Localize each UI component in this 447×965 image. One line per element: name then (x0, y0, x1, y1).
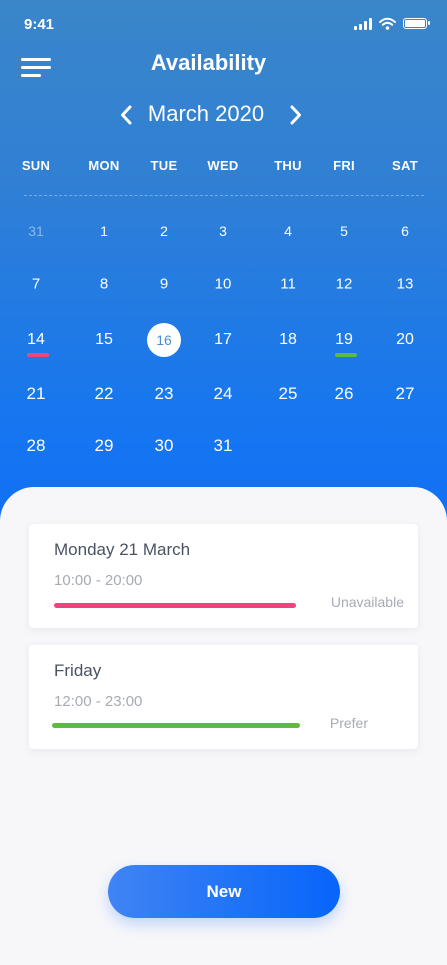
calendar-day[interactable]: 30 (155, 436, 174, 456)
calendar-day[interactable]: 18 (279, 331, 297, 349)
weekday-thu: THU (274, 158, 302, 173)
card-time: 12:00 - 23:00 (54, 693, 143, 710)
wifi-icon (379, 17, 396, 30)
weekday-fri: FRI (333, 158, 355, 173)
weekday-tue: TUE (150, 158, 178, 173)
day-marker (27, 353, 49, 357)
battery-icon (403, 18, 430, 29)
calendar-day[interactable]: 1 (100, 223, 108, 239)
day-marker (335, 353, 357, 357)
calendar-day[interactable]: 31 (214, 436, 233, 456)
calendar-divider (24, 195, 424, 196)
calendar-day[interactable]: 21 (27, 384, 46, 404)
calendar-day[interactable]: 27 (396, 384, 415, 404)
calendar-day[interactable]: 5 (340, 223, 348, 239)
calendar-day[interactable]: 10 (215, 276, 232, 293)
calendar-day[interactable]: 26 (335, 384, 354, 404)
card-title: Monday 21 March (54, 540, 191, 559)
calendar-day[interactable]: 19 (335, 331, 353, 349)
calendar-day[interactable]: 2 (160, 223, 168, 239)
weekday-sun: SUN (21, 158, 51, 173)
prefer-bar (52, 723, 300, 728)
status-bar: 9:41 (0, 0, 447, 50)
calendar-day[interactable]: 11 (280, 276, 296, 293)
selected-day[interactable]: 16 (147, 323, 181, 357)
new-button[interactable]: New (108, 865, 340, 918)
card-time: 10:00 - 20:00 (54, 572, 143, 589)
calendar-day[interactable]: 25 (279, 384, 298, 404)
header-panel: 9:41 Availability March 2020 SUN MON TUE… (0, 0, 447, 540)
calendar-day[interactable]: 8 (100, 276, 108, 293)
weekday-mon: MON (88, 158, 120, 173)
calendar-day[interactable]: 20 (396, 331, 414, 349)
calendar-day[interactable]: 22 (95, 384, 114, 404)
calendar-day[interactable]: 12 (336, 276, 353, 293)
calendar-day[interactable]: 28 (27, 436, 46, 456)
calendar-day[interactable]: 13 (397, 276, 414, 293)
chevron-right-icon[interactable] (284, 102, 308, 128)
calendar-day[interactable]: 4 (284, 223, 292, 239)
card-status: Prefer (329, 715, 368, 731)
calendar-day[interactable]: 23 (155, 384, 174, 404)
calendar-day[interactable]: 24 (214, 384, 233, 404)
status-icons (354, 17, 430, 30)
calendar-day[interactable]: 29 (95, 436, 114, 456)
calendar-day[interactable]: 14 (27, 331, 45, 349)
month-navigator: March 2020 (0, 100, 447, 130)
calendar-day[interactable]: 6 (401, 223, 409, 239)
month-label: March 2020 (147, 101, 265, 126)
calendar-day[interactable]: 17 (214, 331, 232, 349)
availability-card-friday[interactable]: Friday 12:00 - 23:00 Prefer (29, 645, 418, 749)
availability-screen: 9:41 Availability March 2020 SUN MON TUE… (0, 0, 447, 965)
calendar-day[interactable]: 7 (32, 276, 40, 293)
unavailable-bar (54, 603, 296, 608)
status-time: 9:41 (24, 16, 55, 33)
availability-card-monday[interactable]: Monday 21 March 10:00 - 20:00 Unavailabl… (29, 524, 418, 628)
calendar-day[interactable]: 9 (160, 276, 168, 293)
calendar-day[interactable]: 3 (219, 223, 227, 239)
card-title: Friday (54, 661, 102, 680)
calendar-day[interactable]: 15 (95, 331, 113, 349)
page-title: Availability (150, 50, 267, 75)
card-status: Unavailable (330, 594, 404, 610)
calendar-day[interactable]: 31 (28, 223, 44, 239)
signal-icon (354, 17, 372, 30)
weekday-sat: SAT (392, 158, 418, 173)
weekday-wed: WED (207, 158, 239, 173)
